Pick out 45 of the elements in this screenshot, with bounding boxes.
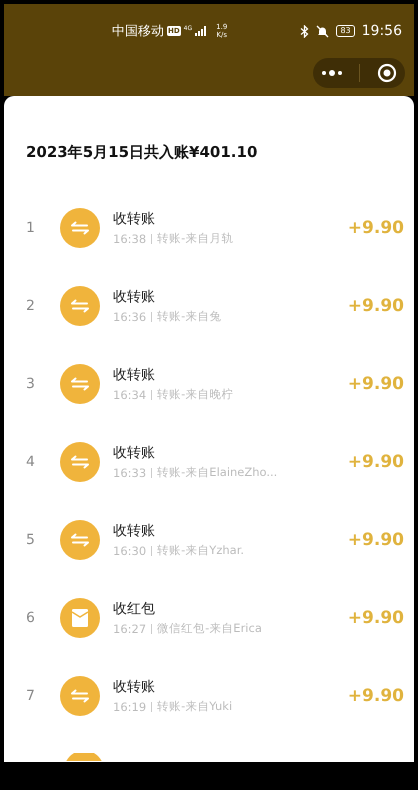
row-time: 16:19 xyxy=(113,700,146,714)
row-time: 16:30 xyxy=(113,544,146,558)
row-amount: +9.90 xyxy=(348,374,405,394)
row-number: 6 xyxy=(25,610,36,626)
row-amount: +9.90 xyxy=(348,608,405,628)
row-number: 2 xyxy=(25,298,36,314)
close-icon[interactable] xyxy=(376,63,397,83)
row-time: 16:38 xyxy=(113,232,146,246)
row-title: 收红包 xyxy=(113,600,156,618)
row-title: 收转账 xyxy=(113,210,156,228)
row-amount: +9.90 xyxy=(348,686,405,706)
row-title: 收转账 xyxy=(113,678,156,696)
row-amount: +9.90 xyxy=(348,530,405,550)
row-number: 7 xyxy=(25,688,36,704)
bell-off-icon xyxy=(316,24,330,38)
status-time: 19:56 xyxy=(362,23,402,39)
carrier-name: 中国移动 xyxy=(112,23,164,40)
row-detail: 转账-来自Yuki xyxy=(157,699,232,714)
row-title: 收转账 xyxy=(113,522,156,540)
row-title: 收转账 xyxy=(113,288,156,306)
row-number: 3 xyxy=(25,376,36,392)
row-amount: +9.90 xyxy=(348,296,405,316)
row-time: 16:33 xyxy=(113,466,146,480)
row-number: 1 xyxy=(25,220,36,236)
row-time: 16:34 xyxy=(113,388,146,402)
row-amount: +9.90 xyxy=(348,452,405,472)
row-time: 16:36 xyxy=(113,310,146,324)
row-time: 16:27 xyxy=(113,622,146,636)
envelope-icon xyxy=(60,598,100,638)
row-detail: 转账-来自ElaineZho... xyxy=(157,465,278,480)
row-detail: 转账-来自兔 xyxy=(157,309,222,324)
row-number: 4 xyxy=(25,454,36,470)
row-number: 5 xyxy=(25,532,36,548)
row-amount: +9.90 xyxy=(348,218,405,238)
row-detail: 转账-来自月轨 xyxy=(157,231,234,246)
bluetooth-icon xyxy=(300,24,310,38)
battery-indicator: 83 xyxy=(336,25,355,37)
row-detail: 微信红包-来自Erica xyxy=(157,621,262,636)
summary-title: 2023年5月15日共入账¥401.10 xyxy=(25,142,258,163)
signal-icon xyxy=(195,26,208,36)
row-title: 收转账 xyxy=(113,444,156,462)
more-icon[interactable] xyxy=(321,70,344,76)
row-detail: 转账-来自Yzhar. xyxy=(157,543,244,558)
row-detail: 转账-来自晚柠 xyxy=(157,387,234,402)
row-title: 收转账 xyxy=(113,366,156,384)
